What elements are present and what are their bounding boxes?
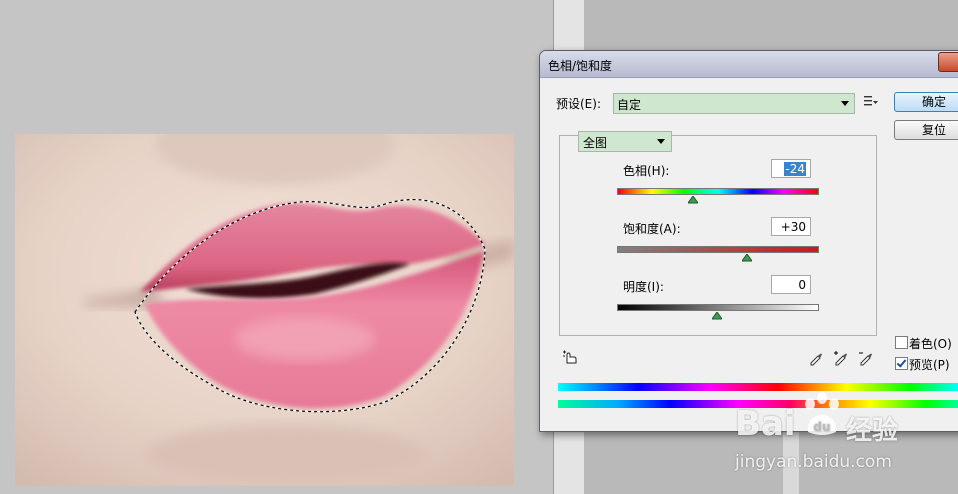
reset-button[interactable]: 复位 [894, 120, 958, 140]
eyedropper-subtract-icon[interactable] [858, 350, 874, 366]
svg-text:du: du [813, 420, 830, 434]
preset-label: 预设(E): [556, 97, 601, 111]
dialog-title: 色相/饱和度 [548, 59, 613, 73]
document-image[interactable] [15, 134, 514, 486]
saturation-input[interactable]: +30 [771, 217, 811, 236]
channel-value: 全图 [583, 136, 608, 150]
eyedropper-add-icon[interactable] [833, 350, 849, 366]
hue-label: 色相(H): [623, 164, 670, 178]
hue-value: -24 [784, 162, 806, 176]
preset-options-icon[interactable] [864, 95, 878, 107]
lightness-input[interactable]: 0 [771, 275, 811, 294]
watermark-brand-right: 经验 [846, 416, 899, 446]
watermark-url: jingyan.baidu.com [735, 452, 892, 472]
channel-dropdown[interactable]: 全图 [578, 131, 672, 152]
hue-input[interactable]: -24 [771, 159, 811, 178]
input-color-bar [558, 383, 958, 391]
colorize-label[interactable]: 着色(O) [909, 335, 952, 352]
lightness-value: 0 [798, 278, 806, 292]
eyedropper-icon[interactable] [808, 350, 824, 366]
chevron-down-icon [841, 101, 849, 106]
preset-value: 自定 [617, 98, 642, 112]
dialog-titlebar[interactable]: 色相/饱和度 [540, 51, 958, 78]
lightness-slider-track[interactable] [617, 304, 819, 311]
lightness-label: 明度(I): [623, 280, 664, 294]
hue-slider-track[interactable] [617, 188, 819, 195]
close-button[interactable] [938, 52, 958, 72]
hue-saturation-dialog: 色相/饱和度 预设(E): 自定 确定 复位 全图 色相(H): -24 饱和度… [539, 50, 958, 432]
preview-checkbox[interactable] [895, 357, 908, 370]
paw-logo-icon: du [805, 392, 839, 435]
saturation-label: 饱和度(A): [623, 222, 681, 236]
preset-dropdown[interactable]: 自定 [613, 93, 855, 114]
ok-button[interactable]: 确定 [894, 92, 958, 112]
colorize-checkbox[interactable] [895, 336, 908, 349]
saturation-value: +30 [780, 220, 806, 234]
targeted-adjustment-hand-icon[interactable] [562, 349, 578, 365]
saturation-slider-track[interactable] [617, 246, 819, 253]
preview-label[interactable]: 预览(P) [909, 356, 950, 373]
watermark-brand-left: Bai [735, 404, 796, 444]
chevron-down-icon [657, 139, 665, 144]
